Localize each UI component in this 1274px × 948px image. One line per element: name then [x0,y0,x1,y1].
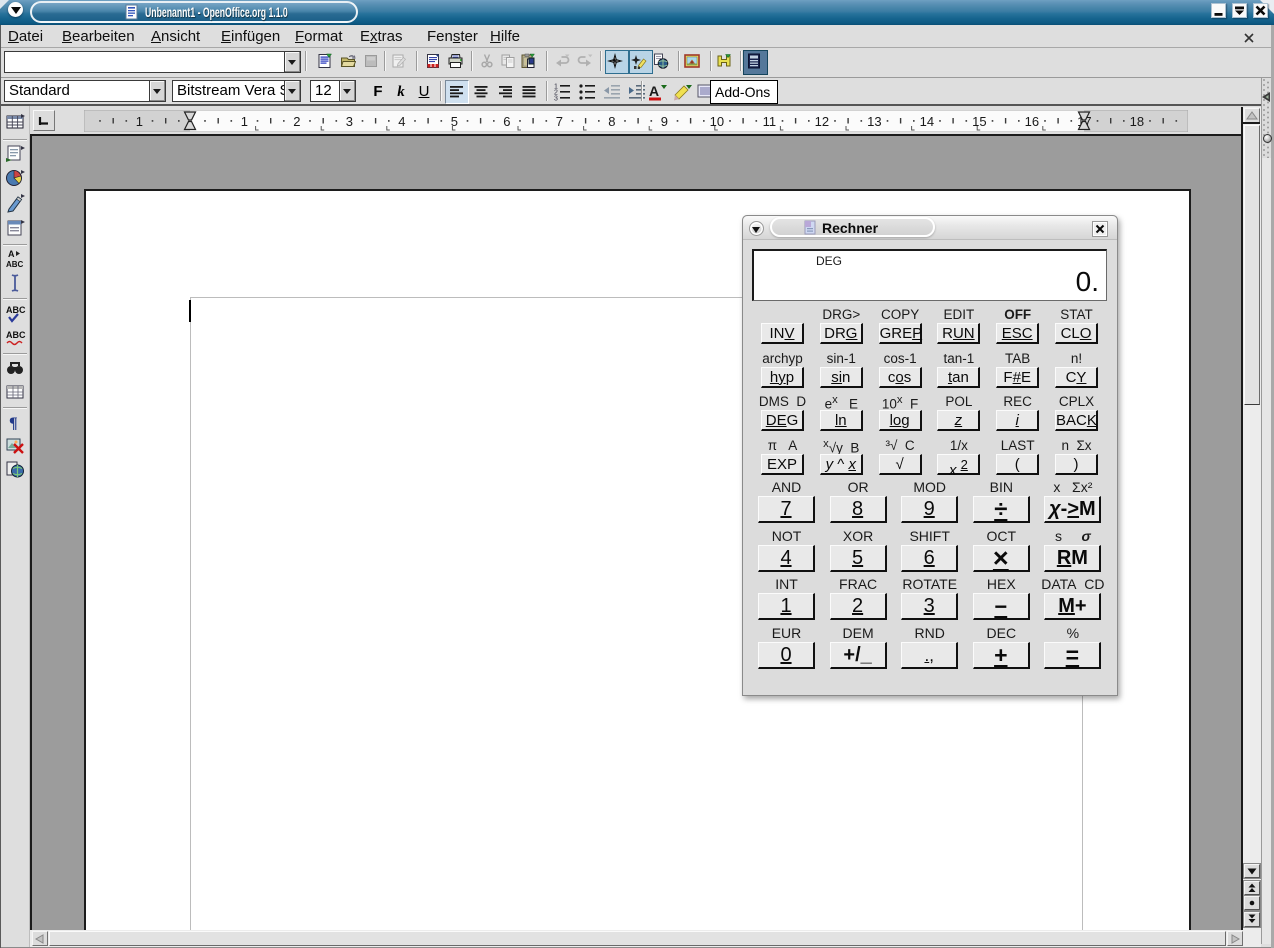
svg-text:¶: ¶ [9,415,18,432]
svg-text:12: 12 [815,114,829,129]
svg-text:11: 11 [763,114,777,129]
svg-text:16: 16 [1025,114,1039,129]
svg-text:3: 3 [346,114,353,129]
svg-text:4: 4 [398,114,405,129]
svg-text:ABC: ABC [6,260,24,269]
svg-text:10: 10 [710,114,724,129]
svg-text:A: A [649,83,659,99]
svg-text:5: 5 [451,114,458,129]
svg-text:7: 7 [556,114,563,129]
svg-text:13: 13 [867,114,881,129]
svg-text:14: 14 [920,114,934,129]
svg-text:ABC: ABC [6,330,26,340]
svg-text:3: 3 [554,96,558,103]
svg-text:1: 1 [241,114,248,129]
svg-text:1: 1 [136,114,143,129]
svg-text:8: 8 [608,114,615,129]
svg-text:6: 6 [503,114,510,129]
svg-text:9: 9 [661,114,668,129]
svg-text:2: 2 [293,114,300,129]
svg-text:18: 18 [1130,114,1144,129]
svg-text:A: A [8,249,15,259]
svg-text:15: 15 [972,114,986,129]
svg-text:ABC: ABC [6,305,26,315]
